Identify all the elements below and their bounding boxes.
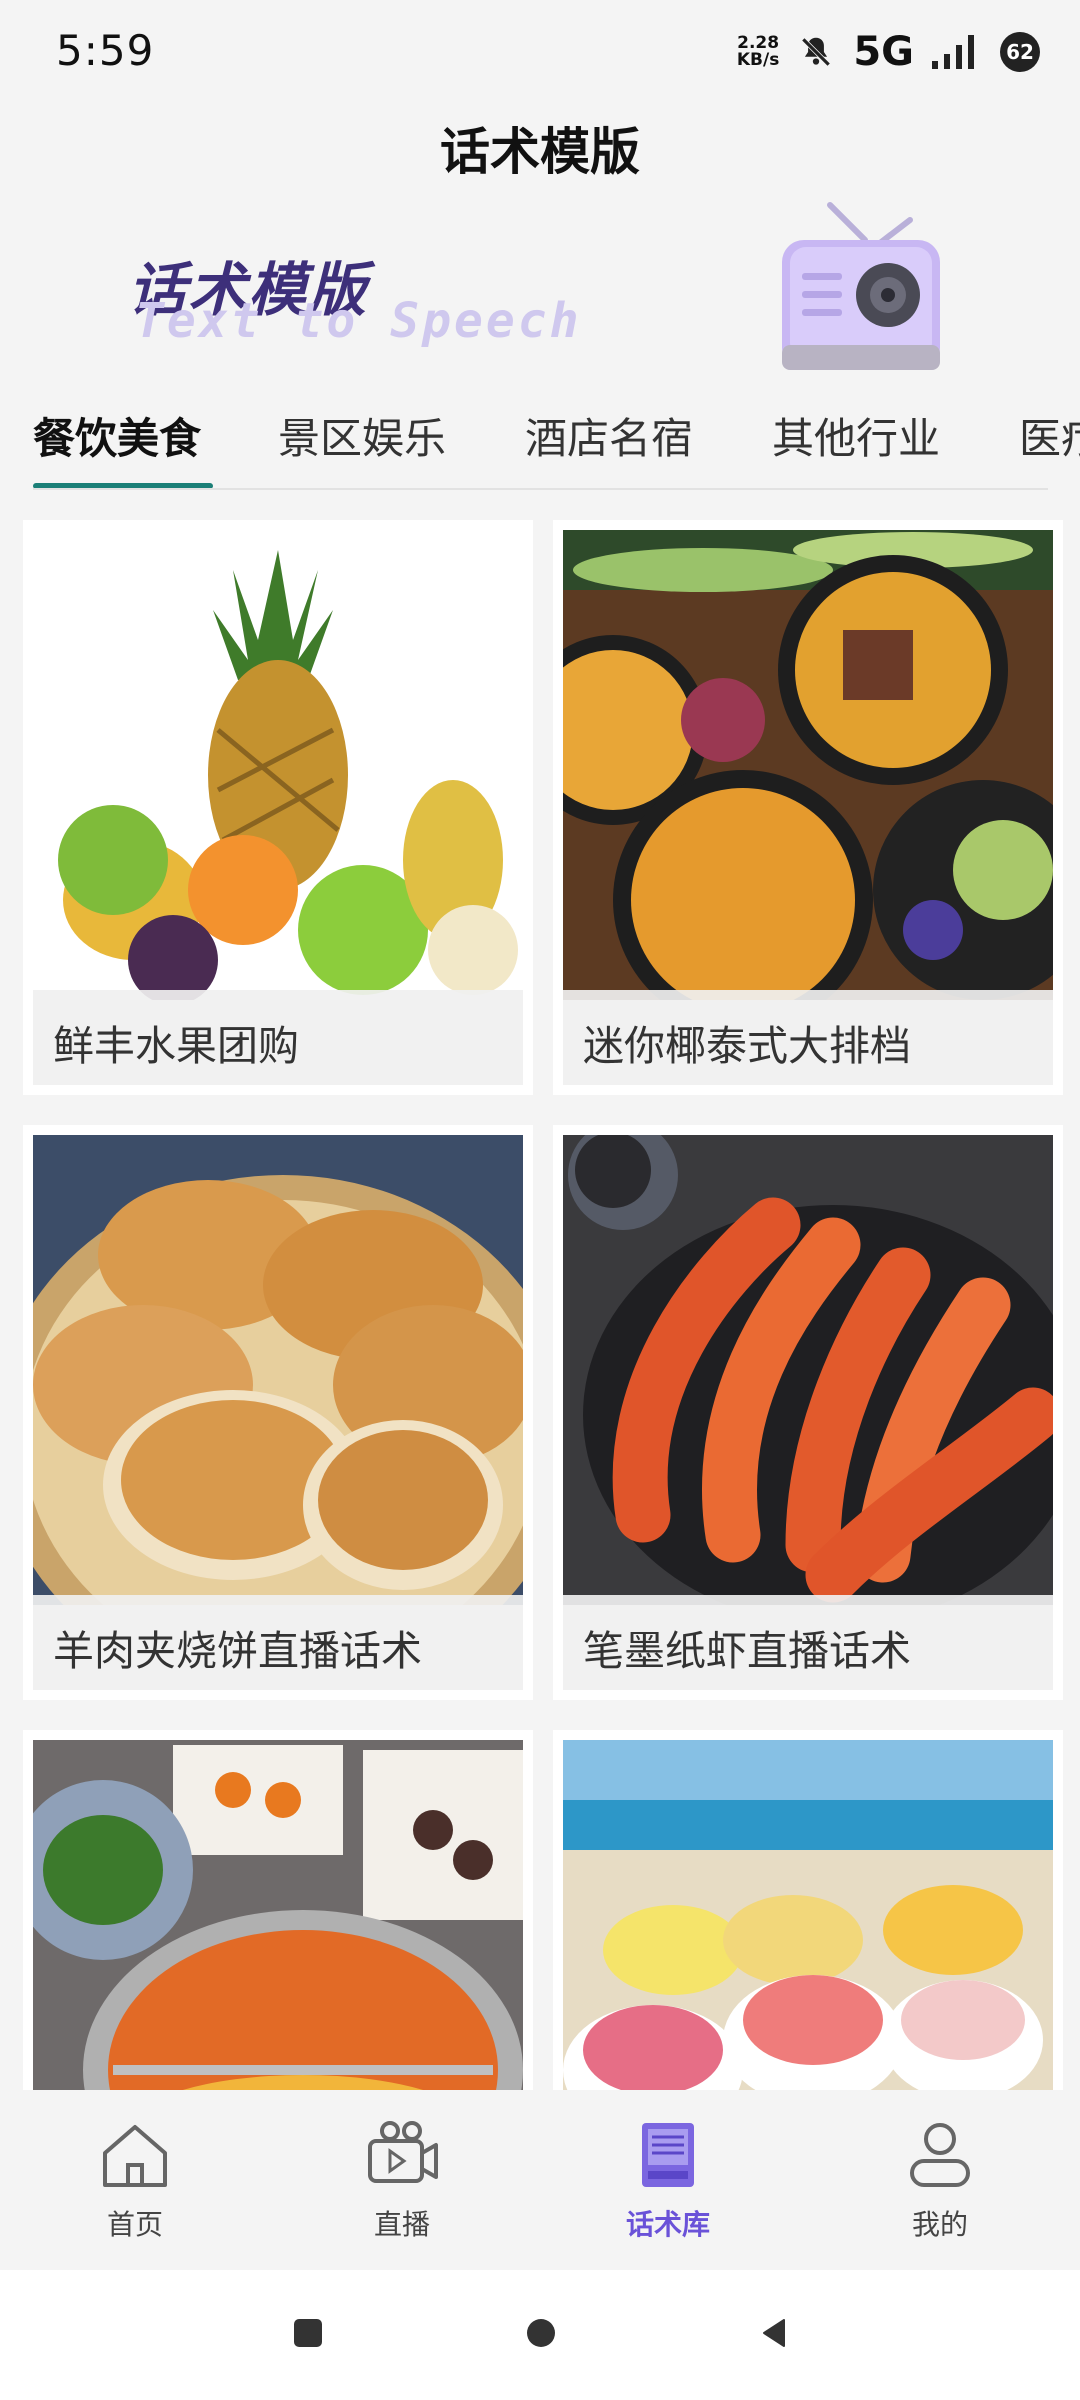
tab-scenic[interactable]: 景区娱乐 bbox=[278, 405, 446, 466]
nav-label: 话术库 bbox=[625, 2208, 710, 2241]
template-card[interactable]: 笔墨纸虾直播话术 bbox=[553, 1125, 1063, 1700]
sesame-flatbread-photo bbox=[33, 1135, 523, 1605]
status-time: 5:59 bbox=[56, 26, 155, 75]
category-tabs: 餐饮美食 景区娱乐 酒店名宿 其他行业 医疗 bbox=[0, 395, 1080, 490]
nav-label: 直播 bbox=[373, 2208, 430, 2241]
template-title: 鲜丰水果团购 bbox=[53, 1022, 299, 1070]
template-grid: 鲜丰水果团购 迷你椰泰式大排档 羊肉夹烧饼直播话术 笔墨纸虾直播话术 bbox=[0, 520, 1080, 2090]
radio-icon bbox=[782, 202, 940, 370]
fruit-photo bbox=[33, 530, 523, 1000]
profile-icon bbox=[910, 2123, 970, 2187]
page-title: 话术模版 bbox=[440, 123, 640, 181]
template-card[interactable]: 鲜丰水果团购 bbox=[23, 520, 533, 1095]
status-icons: 2.28 KB/s 5G 62 bbox=[737, 28, 1040, 76]
status-bar: 5:59 2.28 KB/s 5G 62 bbox=[0, 0, 1080, 100]
banner-title-en: Text to Speech bbox=[135, 293, 582, 349]
template-card[interactable]: 羊肉夹烧饼直播话术 bbox=[23, 1125, 533, 1700]
nav-label: 我的 bbox=[911, 2208, 968, 2241]
template-caption: 羊肉夹烧饼直播话术 bbox=[33, 1595, 523, 1690]
template-card[interactable] bbox=[553, 1730, 1063, 2090]
template-title: 羊肉夹烧饼直播话术 bbox=[53, 1627, 422, 1675]
banner: 话术模版 Text to Speech bbox=[0, 195, 1080, 385]
template-caption: 迷你椰泰式大排档 bbox=[563, 990, 1053, 1085]
tabs-divider bbox=[33, 488, 1048, 490]
tab-catering[interactable]: 餐饮美食 bbox=[33, 405, 201, 466]
back-triangle-icon[interactable] bbox=[758, 2317, 790, 2349]
home-circle-icon[interactable] bbox=[525, 2317, 557, 2349]
tab-medical[interactable]: 医疗 bbox=[1019, 405, 1080, 466]
nav-home[interactable]: 首页 bbox=[35, 2115, 235, 2243]
script-library-icon bbox=[642, 2123, 694, 2187]
nav-profile[interactable]: 我的 bbox=[840, 2115, 1040, 2243]
mute-bell-icon bbox=[800, 36, 833, 68]
live-camera-icon bbox=[368, 2121, 438, 2183]
tab-other[interactable]: 其他行业 bbox=[772, 405, 940, 466]
template-title: 笔墨纸虾直播话术 bbox=[583, 1627, 911, 1675]
template-caption: 鲜丰水果团购 bbox=[33, 990, 523, 1085]
signal-icon bbox=[932, 35, 974, 69]
template-caption: 笔墨纸虾直播话术 bbox=[563, 1595, 1053, 1690]
bottom-nav: 首页 直播 话术库 我的 bbox=[0, 2090, 1080, 2270]
template-card[interactable]: 迷你椰泰式大排档 bbox=[553, 520, 1063, 1095]
nav-script-library[interactable]: 话术库 bbox=[568, 2115, 768, 2243]
nav-label: 首页 bbox=[106, 2208, 163, 2241]
ice-cream-beach-photo bbox=[563, 1740, 1053, 2090]
nav-live[interactable]: 直播 bbox=[302, 2115, 502, 2243]
grilled-shrimp-photo bbox=[563, 1135, 1053, 1605]
tab-hotel[interactable]: 酒店名宿 bbox=[525, 405, 693, 466]
hotpot-photo bbox=[33, 1740, 523, 2090]
thai-curry-photo bbox=[563, 530, 1053, 1000]
net-speed: 2.28 KB/s bbox=[736, 33, 780, 70]
battery-indicator: 62 bbox=[1000, 32, 1040, 72]
recent-apps-icon[interactable] bbox=[292, 2317, 324, 2349]
template-card[interactable] bbox=[23, 1730, 533, 2090]
network-type: 5G bbox=[853, 29, 914, 75]
system-nav-bar bbox=[0, 2270, 1080, 2400]
template-title: 迷你椰泰式大排档 bbox=[583, 1022, 911, 1070]
home-icon bbox=[103, 2125, 167, 2187]
